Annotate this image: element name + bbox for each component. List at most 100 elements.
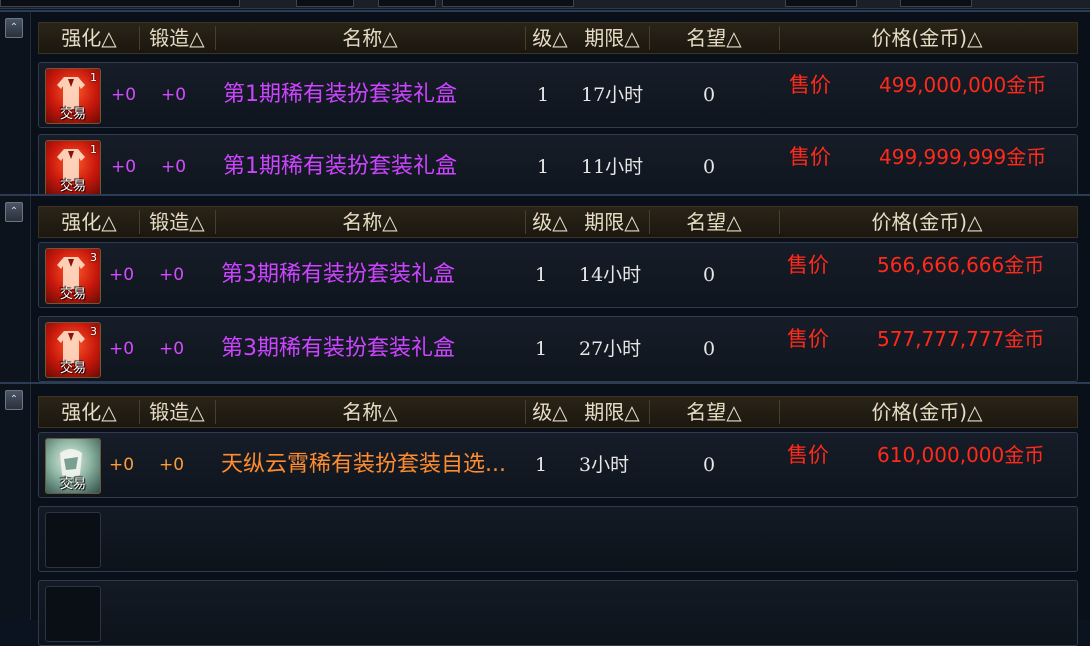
listing-row[interactable]: 3 交易 +0 +0 第3期稀有装扮套装礼盒 1 14小时 0 售价 566,6… — [38, 242, 1078, 308]
toolbar-field[interactable] — [0, 0, 240, 7]
silver-green-giftbox-icon[interactable]: 交易 — [45, 438, 101, 494]
toolbar-field[interactable] — [296, 0, 354, 7]
scroll-gutter: ⌃ — [0, 196, 31, 382]
item-name: 第1期稀有装扮套装礼盒 — [223, 154, 457, 179]
enhance-value: +0 — [111, 157, 137, 177]
item-price: 566,666,666金币 — [877, 253, 1045, 277]
sort-price-header[interactable]: 价格(金币)△ — [779, 207, 1075, 237]
empty-listing-row[interactable] — [38, 580, 1078, 646]
sort-duration-header[interactable]: 期限△ — [575, 23, 649, 53]
item-duration: 17小时 — [581, 84, 644, 106]
sort-name-header[interactable]: 名称△ — [215, 23, 525, 53]
sale-label: 售价 — [789, 73, 831, 97]
sort-fame-header[interactable]: 名望△ — [649, 23, 779, 53]
scroll-up-icon[interactable]: ⌃ — [5, 202, 23, 222]
toolbar-field[interactable] — [442, 0, 574, 7]
item-duration: 3小时 — [579, 454, 630, 476]
item-level: 1 — [535, 264, 548, 286]
sort-enhance-header[interactable]: 强化△ — [49, 23, 129, 53]
tier-number: 1 — [90, 71, 97, 84]
tradeable-tag: 交易 — [60, 361, 87, 376]
forge-value: +0 — [159, 455, 185, 475]
empty-item-slot — [45, 512, 101, 568]
red-robe-giftbox-icon[interactable]: 3 交易 — [45, 322, 101, 378]
empty-item-slot — [45, 586, 101, 642]
forge-value: +0 — [161, 85, 187, 105]
sale-label: 售价 — [787, 253, 829, 277]
sort-enhance-header[interactable]: 强化△ — [49, 397, 129, 427]
sort-fame-header[interactable]: 名望△ — [649, 207, 779, 237]
scroll-up-icon[interactable]: ⌃ — [5, 390, 23, 410]
tradeable-tag: 交易 — [60, 179, 87, 194]
sort-name-header[interactable]: 名称△ — [215, 397, 525, 427]
enhance-value: +0 — [111, 85, 137, 105]
item-level: 1 — [537, 84, 550, 106]
item-name: 第3期稀有装扮套装礼盒 — [221, 262, 455, 287]
tier-number: 3 — [90, 251, 97, 264]
item-duration: 27小时 — [579, 338, 642, 360]
item-name: 天纵云霄稀有装扮套装自选... — [221, 452, 506, 477]
scroll-gutter: ⌃ — [0, 384, 31, 620]
sort-forge-header[interactable]: 锻造△ — [139, 207, 215, 237]
sort-level-header[interactable]: 级△ — [525, 207, 575, 237]
tier-number: 1 — [90, 143, 97, 156]
item-duration: 14小时 — [579, 264, 642, 286]
listing-row[interactable]: 交易 +0 +0 天纵云霄稀有装扮套装自选... 1 3小时 0 售价 610,… — [38, 432, 1078, 498]
forge-value: +0 — [159, 265, 185, 285]
sort-level-header[interactable]: 级△ — [525, 397, 575, 427]
auction-panel-2: ⌃ 强化△ 锻造△ 名称△ 级△ 期限△ 名望△ 价格(金币)△ 3 交易 +0… — [0, 194, 1090, 382]
item-price: 499,000,000金币 — [879, 73, 1047, 97]
listing-row[interactable]: 1 交易 +0 +0 第1期稀有装扮套装礼盒 1 11小时 0 售价 499,9… — [38, 134, 1078, 200]
item-price: 577,777,777金币 — [877, 327, 1045, 351]
tradeable-tag: 交易 — [60, 107, 87, 122]
red-robe-giftbox-icon[interactable]: 1 交易 — [45, 68, 101, 124]
sort-enhance-header[interactable]: 强化△ — [49, 207, 129, 237]
red-robe-giftbox-icon[interactable]: 1 交易 — [45, 140, 101, 196]
sort-price-header[interactable]: 价格(金币)△ — [779, 397, 1075, 427]
item-price: 610,000,000金币 — [877, 443, 1045, 467]
sort-duration-header[interactable]: 期限△ — [575, 397, 649, 427]
listing-row[interactable]: 3 交易 +0 +0 第3期稀有装扮套装礼盒 1 27小时 0 售价 577,7… — [38, 316, 1078, 382]
toolbar-field[interactable] — [378, 0, 436, 7]
item-fame: 0 — [703, 84, 716, 106]
item-level: 1 — [537, 156, 550, 178]
item-duration: 11小时 — [581, 156, 644, 178]
sort-forge-header[interactable]: 锻造△ — [139, 397, 215, 427]
tier-number: 3 — [90, 325, 97, 338]
tradeable-tag: 交易 — [60, 477, 87, 492]
sale-label: 售价 — [787, 327, 829, 351]
item-name: 第3期稀有装扮套装礼盒 — [221, 336, 455, 361]
sort-level-header[interactable]: 级△ — [525, 23, 575, 53]
red-robe-giftbox-icon[interactable]: 3 交易 — [45, 248, 101, 304]
sort-name-header[interactable]: 名称△ — [215, 207, 525, 237]
item-name: 第1期稀有装扮套装礼盒 — [223, 82, 457, 107]
sale-label: 售价 — [787, 443, 829, 467]
item-fame: 0 — [703, 264, 716, 286]
scroll-up-icon[interactable]: ⌃ — [5, 18, 23, 38]
item-level: 1 — [535, 454, 548, 476]
column-header-row: 强化△ 锻造△ 名称△ 级△ 期限△ 名望△ 价格(金币)△ — [38, 22, 1078, 54]
forge-value: +0 — [161, 157, 187, 177]
enhance-value: +0 — [109, 455, 135, 475]
scroll-gutter: ⌃ — [0, 12, 31, 196]
forge-value: +0 — [159, 339, 185, 359]
column-header-row: 强化△ 锻造△ 名称△ 级△ 期限△ 名望△ 价格(金币)△ — [38, 206, 1078, 238]
listing-row[interactable]: 1 交易 +0 +0 第1期稀有装扮套装礼盒 1 17小时 0 售价 499,0… — [38, 62, 1078, 128]
tradeable-tag: 交易 — [60, 287, 87, 302]
enhance-value: +0 — [109, 339, 135, 359]
enhance-value: +0 — [109, 265, 135, 285]
sort-fame-header[interactable]: 名望△ — [649, 397, 779, 427]
empty-listing-row[interactable] — [38, 506, 1078, 572]
auction-panel-3: ⌃ 强化△ 锻造△ 名称△ 级△ 期限△ 名望△ 价格(金币)△ 交易 +0 +… — [0, 382, 1090, 646]
top-toolbar-strip — [0, 0, 1090, 9]
column-header-row: 强化△ 锻造△ 名称△ 级△ 期限△ 名望△ 价格(金币)△ — [38, 396, 1078, 428]
sort-price-header[interactable]: 价格(金币)△ — [779, 23, 1075, 53]
sort-forge-header[interactable]: 锻造△ — [139, 23, 215, 53]
item-fame: 0 — [703, 454, 716, 476]
toolbar-button[interactable] — [785, 0, 857, 7]
toolbar-button[interactable] — [900, 0, 972, 7]
item-level: 1 — [535, 338, 548, 360]
sort-duration-header[interactable]: 期限△ — [575, 207, 649, 237]
auction-panel-1: ⌃ 强化△ 锻造△ 名称△ 级△ 期限△ 名望△ 价格(金币)△ 1 交易 +0… — [0, 10, 1090, 200]
item-fame: 0 — [703, 156, 716, 178]
